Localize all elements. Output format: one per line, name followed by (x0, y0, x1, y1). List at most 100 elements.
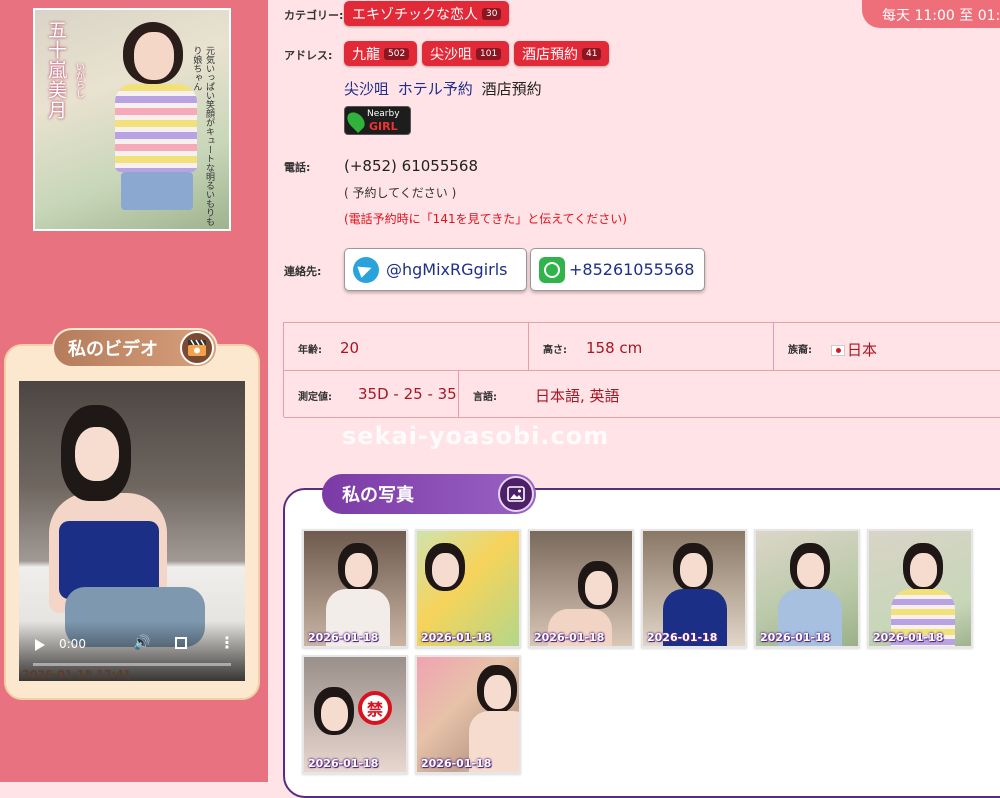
nearby-badge-line2: GIRL (369, 120, 398, 133)
stat-cell-measurements: 測定値: 35D - 25 - 35 (284, 371, 459, 418)
photo-thumbnail[interactable]: 2026-01-18 (754, 529, 860, 648)
photo-subject-face (797, 553, 824, 587)
ban-icon: 禁 (358, 691, 392, 725)
languages-value: 日本語, 英語 (535, 387, 620, 405)
nearby-girl-badge[interactable]: Nearby GIRL (343, 106, 411, 135)
profile-photo-face (134, 32, 174, 80)
area-link-hotel-booking-zh[interactable]: 酒店預約 (482, 80, 542, 98)
business-hours-badge: 每天 11:00 至 01:00 (862, 0, 1000, 28)
nearby-badge-line1: Nearby (367, 109, 400, 119)
area-link-hotel-booking-ja[interactable]: ホテル予約 (398, 80, 473, 98)
ethnicity-value: 日本 (831, 339, 877, 360)
phone-number[interactable]: (+852) 61055568 (344, 157, 478, 175)
telegram-handle: @hgMixRGgirls (386, 260, 508, 279)
category-tag-count: 30 (482, 7, 502, 20)
photos-section-title: 私の写真 (342, 485, 414, 506)
address-tag-label: 酒店預約 (522, 46, 578, 63)
site-watermark: sekai-yoasobi.com (342, 422, 610, 450)
profile-photo-quote: 元気いっぱい笑顔がキュートな明るいもりもり娘ちゃん (191, 46, 214, 226)
address-label: アドレス: (284, 49, 333, 62)
stat-cell-height: 高さ: 158 cm (529, 323, 774, 371)
photo-thumbnail[interactable]: 2026-01-18 (641, 529, 747, 648)
photo-date: 2026-01-18 (421, 631, 492, 644)
phone-note: ( 予約してください ) (344, 186, 457, 200)
photo-thumbnail[interactable]: 2026-01-18 (302, 529, 408, 648)
profile-photo-kana: いがらし (74, 62, 84, 98)
photo-subject-face (321, 697, 348, 731)
photo-thumbnail[interactable]: 2026-01-18 (415, 529, 521, 648)
photo-subject-face (484, 675, 511, 709)
photo-subject-face (432, 553, 459, 587)
photo-date: 2026-01-18 (308, 757, 379, 770)
map-pin-icon (343, 108, 369, 134)
photo-subject-face (345, 553, 372, 587)
area-link-tsim-sha-tsui[interactable]: 尖沙咀 (344, 80, 389, 98)
photo-subject-face (585, 571, 612, 605)
address-tag-kowloon[interactable]: 九龍 502 (344, 41, 418, 66)
photo-date: 2026-01-18 (308, 631, 379, 644)
photo-thumbnail[interactable]: 2026-01-18 (528, 529, 634, 648)
age-value: 20 (340, 339, 360, 357)
photo-subject-face (680, 553, 707, 587)
video-section-title: 私のビデオ (68, 339, 158, 360)
ethnicity-label: 族裔: (788, 345, 812, 356)
stat-cell-ethnicity: 族裔: 日本 (774, 323, 1000, 371)
whatsapp-number: +85261055568 (569, 260, 695, 279)
play-icon[interactable] (35, 639, 45, 651)
photo-date: 2026-01-18 (421, 757, 492, 770)
photo-subject-face (910, 553, 937, 587)
ethnicity-text: 日本 (847, 341, 878, 359)
photo-date: 2026-01-18 (647, 631, 718, 644)
category-tag-label: エキゾチックな恋人 (352, 6, 478, 23)
photo-date: 2026-01-18 (534, 631, 605, 644)
category-tag[interactable]: エキゾチックな恋人 30 (344, 1, 510, 26)
video-date: 2026-01-18 17:41 (22, 668, 132, 681)
measurements-value: 35D - 25 - 35 (358, 385, 457, 403)
telegram-button[interactable]: @hgMixRGgirls (344, 248, 527, 291)
profile-photo[interactable]: 五十嵐美月 いがらし 元気いっぱい笑顔がキュートな明るいもりもり娘ちゃん (33, 8, 231, 231)
japan-flag-icon (831, 345, 845, 356)
photo-date: 2026-01-18 (873, 631, 944, 644)
address-tag-hotel-booking[interactable]: 酒店預約 41 (514, 41, 610, 66)
telegram-icon (353, 256, 379, 283)
video-section-header: 私のビデオ (52, 328, 218, 368)
photo-thumbnail[interactable]: 禁 2026-01-18 (302, 655, 408, 774)
height-label: 高さ: (543, 345, 567, 356)
category-label: カテゴリー: (284, 9, 344, 22)
address-tag-count: 502 (384, 47, 410, 60)
video-progress-bar[interactable] (33, 663, 231, 666)
photo-date: 2026-01-18 (760, 631, 831, 644)
photo-thumbnail[interactable]: 2026-01-18 (415, 655, 521, 774)
area-links: 尖沙咀 ホテル予約 酒店預約 (344, 78, 546, 99)
video-time: 0:00 (59, 637, 86, 651)
video-subject-face (75, 427, 119, 481)
address-tag-label: 九龍 (352, 46, 380, 63)
height-value: 158 cm (586, 339, 643, 357)
stat-cell-languages: 言語: 日本語, 英語 (459, 371, 1000, 418)
address-tag-tsim-sha-tsui[interactable]: 尖沙咀 101 (422, 41, 510, 66)
measurements-label: 測定値: (298, 392, 332, 403)
video-clapper-icon (180, 331, 214, 365)
stat-cell-age: 年齢: 20 (284, 323, 529, 371)
image-icon (498, 476, 534, 512)
more-options-icon[interactable]: ⋮ (219, 633, 235, 652)
volume-icon[interactable]: 🔊 (133, 635, 150, 651)
whatsapp-icon (539, 256, 565, 283)
address-tag-label: 尖沙咀 (430, 46, 472, 63)
languages-label: 言語: (473, 392, 497, 403)
phone-warning: (電話予約時に「141を見てきた」と伝えてください) (344, 212, 627, 226)
profile-stats-table: 年齢: 20 高さ: 158 cm 族裔: 日本 測定値: 35D - 25 -… (283, 322, 1000, 418)
fullscreen-icon[interactable] (175, 637, 187, 649)
whatsapp-button[interactable]: +85261055568 (530, 248, 705, 291)
address-tag-count: 41 (582, 47, 602, 60)
profile-photo-name: 五十嵐美月 (45, 20, 67, 120)
photo-thumbnail[interactable]: 2026-01-18 (867, 529, 973, 648)
photos-section-header: 私の写真 (322, 474, 536, 514)
contact-label: 連絡先: (284, 265, 322, 278)
phone-label: 電話: (284, 161, 311, 174)
age-label: 年齢: (298, 345, 322, 356)
profile-photo-striped-top (115, 84, 197, 172)
video-player[interactable]: 0:00 🔊 ⋮ (19, 381, 245, 681)
profile-photo-denim-shorts (121, 172, 193, 210)
address-tag-count: 101 (476, 47, 502, 60)
